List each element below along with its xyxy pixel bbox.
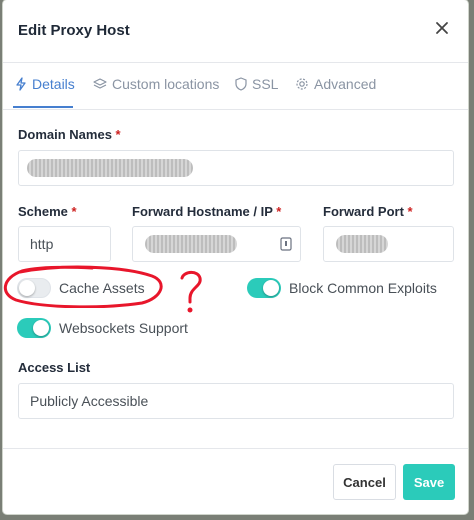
active-tab-indicator xyxy=(13,106,73,108)
forward-port-label: Forward Port * xyxy=(323,204,413,219)
tab-custom-locations[interactable]: Custom locations xyxy=(93,76,219,92)
domain-names-label: Domain Names * xyxy=(18,127,121,142)
access-list-label: Access List xyxy=(18,360,91,375)
tab-label: Custom locations xyxy=(112,76,220,92)
lightning-icon xyxy=(16,77,26,91)
block-exploits-label: Block Common Exploits xyxy=(289,280,437,296)
cancel-button[interactable]: Cancel xyxy=(333,464,396,500)
modal-title: Edit Proxy Host xyxy=(18,22,130,39)
websockets-label: Websockets Support xyxy=(59,320,188,336)
forward-port-input[interactable] xyxy=(323,226,454,262)
tab-bar: Details Custom locations SSL Advanced xyxy=(3,62,468,110)
contact-card-icon xyxy=(280,237,292,251)
scheme-value: http xyxy=(30,236,54,252)
layers-icon xyxy=(93,78,107,89)
forward-hostname-label: Forward Hostname / IP * xyxy=(132,204,281,219)
tab-label: Advanced xyxy=(314,76,377,92)
close-icon[interactable] xyxy=(434,20,450,36)
scheme-label-text: Scheme xyxy=(18,204,68,219)
modal-footer: Cancel Save xyxy=(3,448,468,515)
redacted-value xyxy=(27,159,193,177)
tab-ssl[interactable]: SSL xyxy=(235,76,278,92)
tab-label: SSL xyxy=(252,76,279,92)
forward-hostname-input[interactable] xyxy=(132,226,301,262)
edit-proxy-host-modal: Edit Proxy Host Details Custom locations… xyxy=(3,0,468,514)
tab-advanced[interactable]: Advanced xyxy=(295,76,376,92)
access-list-select[interactable]: Publicly Accessible xyxy=(18,383,454,419)
domain-names-label-text: Domain Names xyxy=(18,127,112,142)
required-marker: * xyxy=(407,204,413,219)
cache-assets-switch[interactable] xyxy=(17,278,51,298)
redacted-value xyxy=(336,235,388,253)
tab-details[interactable]: Details xyxy=(15,76,75,92)
modal-header: Edit Proxy Host xyxy=(3,0,468,63)
redacted-value xyxy=(145,235,237,253)
gear-icon xyxy=(296,78,308,90)
domain-names-input[interactable] xyxy=(18,150,454,186)
access-list-value: Publicly Accessible xyxy=(30,393,149,409)
cache-assets-toggle[interactable]: Cache Assets xyxy=(17,278,145,298)
save-button[interactable]: Save xyxy=(403,464,455,500)
websockets-switch[interactable] xyxy=(17,318,51,338)
shield-icon xyxy=(235,77,247,91)
websockets-toggle[interactable]: Websockets Support xyxy=(17,318,188,338)
forward-port-label-text: Forward Port xyxy=(323,204,404,219)
cache-assets-label: Cache Assets xyxy=(59,280,145,296)
required-marker: * xyxy=(115,127,121,142)
block-exploits-switch[interactable] xyxy=(247,278,281,298)
tab-label: Details xyxy=(32,76,75,92)
block-exploits-toggle[interactable]: Block Common Exploits xyxy=(247,278,437,298)
required-marker: * xyxy=(71,204,77,219)
forward-hostname-label-text: Forward Hostname / IP xyxy=(132,204,273,219)
scheme-label: Scheme * xyxy=(18,204,77,219)
required-marker: * xyxy=(276,204,282,219)
scheme-input[interactable]: http xyxy=(18,226,111,262)
